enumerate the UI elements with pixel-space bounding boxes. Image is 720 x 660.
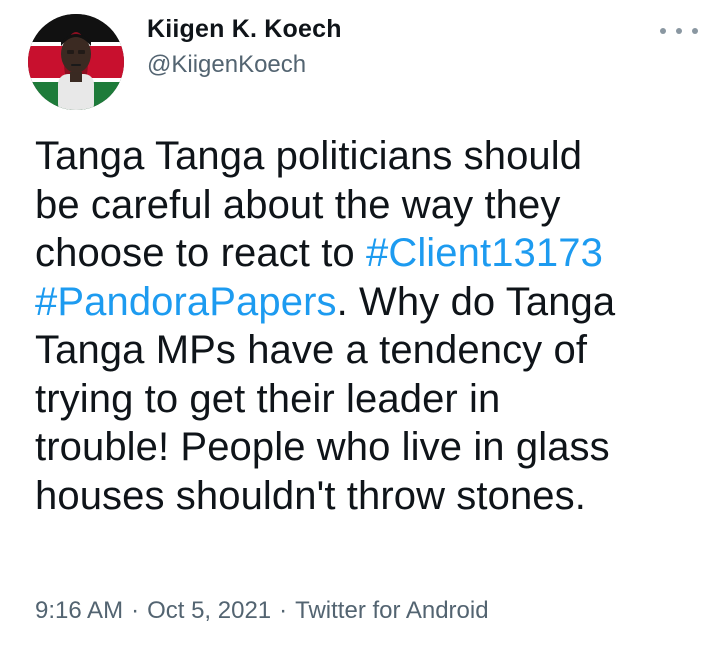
tweet-text-segment: choose to react to [35, 231, 366, 275]
tweet-text-line: trying to get their leader in [35, 375, 695, 424]
tweet-text: Tanga Tanga politicians should be careful… [35, 132, 695, 520]
more-horizontal-icon-dot [692, 28, 698, 34]
avatar-image [28, 14, 124, 110]
tweet-text-line: choose to react to #Client13173 [35, 229, 695, 278]
tweet-text-line: be careful about the way they [35, 181, 695, 230]
tweet-text-segment: Tanga Tanga politicians should [35, 134, 583, 178]
tweet-text-line: trouble! People who live in glass [35, 423, 695, 472]
tweet-text-segment: . Why do Tanga [336, 279, 616, 324]
avatar[interactable] [28, 14, 124, 110]
tweet-text-segment: Tanga MPs have a tendency of [35, 328, 588, 372]
tweet-text-line: Tanga MPs have a tendency of [35, 326, 695, 375]
display-name[interactable]: Kiigen K. Koech [147, 14, 342, 44]
tweet-card: Kiigen K. Koech @KiigenKoech Tanga Tanga… [0, 0, 720, 660]
tweet-date[interactable]: Oct 5, 2021 [147, 597, 271, 624]
tweet-text-line: Tanga Tanga politicians should [35, 132, 695, 181]
meta-separator: · [279, 597, 288, 624]
hashtag-link[interactable]: #PandoraPapers [35, 280, 337, 324]
more-horizontal-icon-dot [676, 28, 682, 34]
tweet-source[interactable]: Twitter for Android [295, 597, 488, 624]
tweet-text-segment: trying to get their leader in [35, 376, 501, 421]
tweet-text-segment: trouble! People who live in glass [35, 425, 610, 469]
hashtag-link[interactable]: #Client13173 [366, 231, 603, 275]
more-options-button[interactable] [660, 24, 698, 38]
user-handle[interactable]: @KiigenKoech [147, 50, 342, 80]
tweet-header: Kiigen K. Koech @KiigenKoech [28, 10, 698, 110]
meta-separator: · [131, 597, 140, 624]
tweet-time[interactable]: 9:16 AM [35, 597, 123, 624]
tweet-text-segment: be careful about the way they [35, 182, 561, 227]
author-names: Kiigen K. Koech @KiigenKoech [147, 14, 342, 80]
tweet-metadata: 9:16 AM · Oct 5, 2021 · Twitter for Android [35, 596, 489, 626]
tweet-text-line: houses shouldn't throw stones. [35, 472, 695, 521]
more-horizontal-icon [660, 28, 666, 34]
tweet-text-segment: houses shouldn't throw stones. [35, 473, 586, 518]
tweet-text-line: #PandoraPapers. Why do Tanga [35, 278, 695, 327]
